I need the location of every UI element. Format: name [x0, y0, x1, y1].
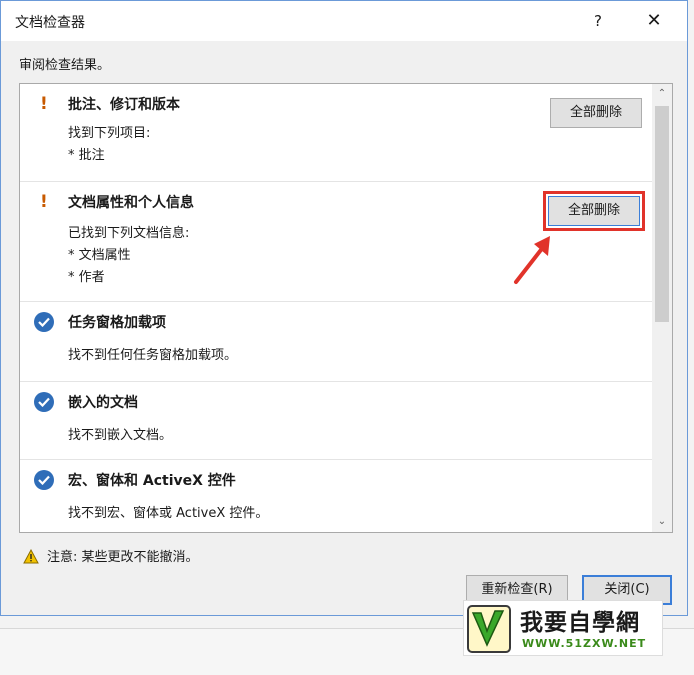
undo-warning-note: 注意: 某些更改不能撤消。: [23, 546, 199, 568]
watermark-name: 我要自學網: [520, 610, 640, 636]
result-detail: * 作者: [68, 270, 105, 285]
document-inspector-dialog: 文档检查器 ? ✕ 审阅检查结果。 ! 批注、修订和版本 找到下列项目: * 批…: [0, 0, 688, 616]
result-title: 嵌入的文档: [68, 395, 138, 411]
warning-triangle-icon: [23, 548, 39, 568]
result-detail: 已找到下列文档信息:: [68, 226, 190, 241]
result-detail: 找不到嵌入文档。: [68, 428, 173, 443]
review-subtitle: 审阅检查结果。: [19, 58, 111, 73]
remove-all-comments-button[interactable]: 全部删除: [550, 98, 642, 128]
note-text: 注意: 某些更改不能撤消。: [47, 550, 199, 565]
result-item-document-properties: ! 文档属性和个人信息 已找到下列文档信息: * 文档属性 * 作者 全部删除: [20, 182, 652, 302]
title-bar: 文档检查器 ? ✕: [1, 1, 687, 41]
result-item-taskpane-addins: 任务窗格加载项 找不到任何任务窗格加载项。: [20, 302, 652, 382]
warning-icon: !: [40, 94, 48, 114]
result-item-embedded-documents: 嵌入的文档 找不到嵌入文档。: [20, 382, 652, 460]
result-detail: * 批注: [68, 148, 105, 163]
scroll-up-icon[interactable]: ⌃: [652, 84, 672, 104]
close-icon[interactable]: ✕: [639, 7, 669, 35]
result-title: 宏、窗体和 ActiveX 控件: [68, 473, 236, 489]
result-detail: 找不到任何任务窗格加载项。: [68, 348, 238, 363]
result-item-comments: ! 批注、修订和版本 找到下列项目: * 批注 全部删除: [20, 84, 652, 182]
checkmark-icon: [34, 392, 54, 412]
inspection-results-list[interactable]: ! 批注、修订和版本 找到下列项目: * 批注 全部删除 ! 文档属性和个人信息…: [19, 83, 673, 533]
checkmark-icon: [34, 312, 54, 332]
result-title: 任务窗格加载项: [68, 315, 166, 331]
scroll-thumb[interactable]: [655, 106, 669, 322]
result-detail: 找到下列项目:: [68, 126, 151, 141]
v-logo-icon: [467, 605, 511, 653]
result-title: 文档属性和个人信息: [68, 195, 194, 211]
site-watermark-logo: 我要自學網 WWW.51ZXW.NET: [463, 600, 663, 656]
vertical-scrollbar[interactable]: ⌃ ⌄: [652, 84, 672, 532]
watermark-url: WWW.51ZXW.NET: [522, 637, 647, 650]
result-detail: * 文档属性: [68, 248, 131, 263]
result-title: 批注、修订和版本: [68, 97, 180, 113]
remove-all-properties-button[interactable]: 全部删除: [548, 196, 640, 226]
scroll-down-icon[interactable]: ⌄: [652, 512, 672, 532]
result-detail: 找不到宏、窗体或 ActiveX 控件。: [68, 506, 269, 521]
checkmark-icon: [34, 470, 54, 490]
warning-icon: !: [40, 192, 48, 212]
help-button[interactable]: ?: [585, 7, 611, 35]
dialog-title: 文档检查器: [15, 15, 85, 31]
red-pointer-arrow-icon: [514, 236, 550, 284]
result-item-macros: 宏、窗体和 ActiveX 控件 找不到宏、窗体或 ActiveX 控件。: [20, 460, 652, 532]
